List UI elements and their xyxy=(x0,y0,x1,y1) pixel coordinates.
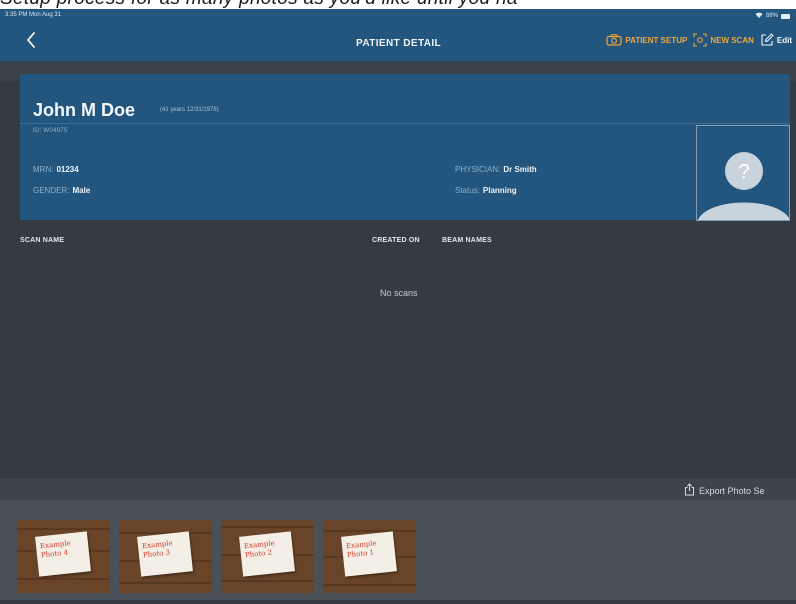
status-time: 3:35 PM Mon Aug 31 xyxy=(5,12,62,18)
new-scan-label: NEW SCAN xyxy=(710,35,754,45)
mrn-value: 01234 xyxy=(56,165,79,174)
edit-button[interactable]: Edit xyxy=(760,33,792,47)
photo-thumbnail-strip: Example Photo 4 Example Photo 3 Example … xyxy=(0,500,796,600)
avatar-glyph: ? xyxy=(738,161,749,183)
patient-card: John M Doe (41 years 12/31/1978) ID: W04… xyxy=(20,74,790,221)
patient-age-dob: (41 years 12/31/1978) xyxy=(160,107,219,113)
app-window: 3:35 PM Mon Aug 31 88% PATIENT DETAIL PA… xyxy=(0,9,796,604)
photo-note-text: Example Photo 3 xyxy=(141,539,174,560)
column-created-on[interactable]: CREATED ON xyxy=(372,237,420,244)
avatar-placeholder-icon: ? xyxy=(698,152,789,220)
nav-bar: PATIENT DETAIL PATIENT SETUP NEW SCAN Ed… xyxy=(0,23,796,61)
patient-name: John M Doe xyxy=(33,100,135,120)
nav-actions: PATIENT SETUP NEW SCAN Edit xyxy=(606,33,792,47)
status-value: Planning xyxy=(482,186,517,195)
photo-note-card: Example Photo 1 xyxy=(341,531,397,577)
battery-icon xyxy=(781,13,790,19)
empty-scans-message: No scans xyxy=(380,288,418,298)
gender-label: GENDER: xyxy=(33,186,70,195)
photo-note-card: Example Photo 2 xyxy=(239,531,295,577)
physician-field: PHYSICIAN: Dr Smith xyxy=(455,165,537,174)
column-scan-name[interactable]: SCAN NAME xyxy=(20,237,64,244)
share-icon xyxy=(684,483,695,498)
edit-icon xyxy=(760,33,774,47)
photo-thumbnail[interactable]: Example Photo 3 xyxy=(119,520,212,593)
status-field: Status: Planning xyxy=(455,186,517,195)
photo-note-card: Example Photo 4 xyxy=(35,531,91,577)
patient-id: ID: W04975 xyxy=(33,128,68,134)
chevron-left-icon xyxy=(22,32,42,54)
wifi-icon xyxy=(755,12,763,20)
photo-thumbnail[interactable]: Example Photo 4 xyxy=(17,520,110,593)
photo-thumbnail[interactable]: Example Photo 2 xyxy=(221,520,314,593)
physician-value: Dr Smith xyxy=(503,165,537,174)
new-scan-button[interactable]: NEW SCAN xyxy=(693,33,754,47)
export-photo-set-button[interactable]: Export Photo Se xyxy=(684,483,765,498)
patient-setup-label: PATIENT SETUP xyxy=(625,35,688,45)
status-bar: 3:35 PM Mon Aug 31 88% xyxy=(0,9,796,23)
photo-thumbnail[interactable]: Example Photo 1 xyxy=(323,520,416,593)
status-battery: 88% xyxy=(755,12,790,20)
edit-label: Edit xyxy=(776,35,792,45)
status-label: Status: xyxy=(455,186,480,195)
mrn-field: MRN: 01234 xyxy=(33,165,79,174)
battery-percent: 88% xyxy=(765,13,778,19)
photo-note-text: Example Photo 1 xyxy=(345,539,378,560)
mrn-label: MRN: xyxy=(33,165,54,174)
card-name-band xyxy=(20,74,790,124)
column-beam-names[interactable]: BEAM NAMES xyxy=(442,237,492,244)
gender-field: GENDER: Male xyxy=(33,186,90,195)
avatar[interactable]: ? xyxy=(696,125,790,221)
patient-setup-button[interactable]: PATIENT SETUP xyxy=(606,34,687,46)
photo-note-text: Example Photo 4 xyxy=(39,539,72,560)
gender-value: Male xyxy=(72,186,91,195)
back-button[interactable] xyxy=(22,30,42,50)
page-title: PATIENT DETAIL xyxy=(356,38,442,49)
physician-label: PHYSICIAN: xyxy=(455,165,501,174)
export-bar: Export Photo Se xyxy=(0,478,796,500)
scan-frame-icon xyxy=(693,33,707,47)
photo-note-text: Example Photo 2 xyxy=(243,539,276,560)
camera-icon xyxy=(606,34,622,46)
export-label: Export Photo Se xyxy=(699,485,765,496)
photo-note-card: Example Photo 3 xyxy=(137,531,193,577)
